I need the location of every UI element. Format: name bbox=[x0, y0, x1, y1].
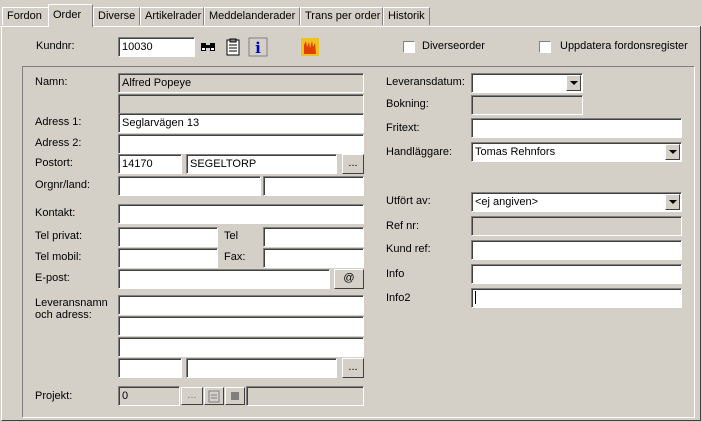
tel-privat-input[interactable] bbox=[118, 227, 218, 247]
namn-label: Namn: bbox=[35, 76, 68, 88]
utfort-value: <ej angiven> bbox=[475, 196, 538, 208]
postnr-input[interactable]: 14170 bbox=[118, 154, 182, 174]
leveransadress1-input[interactable] bbox=[118, 316, 364, 336]
fax-input[interactable] bbox=[263, 248, 364, 268]
flame-icon[interactable] bbox=[300, 37, 320, 57]
info2-label: Info2 bbox=[386, 292, 411, 304]
leveransdatum-dropdown[interactable] bbox=[471, 73, 583, 93]
uppdatera-fordonsregister-label: Uppdatera fordonsregister bbox=[560, 40, 688, 52]
tab-trans-per-order[interactable]: Trans per order bbox=[300, 7, 383, 25]
ort-input[interactable]: SEGELTORP bbox=[186, 154, 337, 174]
projekt-notes-button[interactable] bbox=[204, 387, 224, 405]
chevron-down-icon[interactable] bbox=[665, 194, 680, 210]
postort-label: Postort: bbox=[35, 157, 73, 169]
bokning-label: Bokning: bbox=[386, 98, 429, 110]
diverseorder-label: Diverseorder bbox=[422, 40, 485, 52]
epost-input[interactable] bbox=[118, 269, 330, 289]
adress2-label: Adress 2: bbox=[35, 137, 82, 149]
orgnr-input[interactable] bbox=[118, 176, 261, 196]
projekt-lookup-button[interactable]: ... bbox=[181, 387, 203, 405]
leverans-postort-lookup-button[interactable]: ... bbox=[342, 358, 364, 378]
info2-input[interactable] bbox=[471, 288, 682, 308]
kundref-input[interactable] bbox=[471, 240, 682, 260]
tab-label: Order bbox=[53, 9, 82, 21]
tab-label: Diverse bbox=[98, 10, 136, 22]
send-email-button[interactable]: @ bbox=[334, 269, 364, 289]
land-input[interactable] bbox=[263, 176, 364, 196]
leveransadress-label: och adress: bbox=[35, 309, 92, 321]
tab-diverse[interactable]: Diverse bbox=[93, 7, 140, 25]
tab-label: Fordon bbox=[7, 10, 42, 22]
projekt-clear-button[interactable] bbox=[225, 387, 245, 405]
diverseorder-checkbox[interactable] bbox=[403, 41, 415, 53]
kontakt-input[interactable] bbox=[118, 204, 364, 224]
kundnr-input[interactable]: 10030 bbox=[118, 37, 195, 57]
leverans-ort-input[interactable] bbox=[186, 358, 337, 378]
fritext-label: Fritext: bbox=[386, 122, 420, 134]
chevron-down-icon[interactable] bbox=[566, 75, 581, 91]
refnr-label: Ref nr: bbox=[386, 220, 420, 232]
leveransdatum-label: Leveransdatum: bbox=[386, 76, 465, 88]
tab-artikelrader[interactable]: Artikelrader bbox=[140, 7, 204, 25]
leveransadress2-input[interactable] bbox=[118, 337, 364, 357]
tel-input[interactable] bbox=[263, 227, 364, 247]
tab-label: Artikelrader bbox=[145, 10, 202, 22]
tab-fordon[interactable]: Fordon bbox=[2, 7, 49, 25]
kundref-label: Kund ref: bbox=[386, 243, 431, 255]
bokning-field bbox=[471, 95, 583, 115]
projekt-label: Projekt: bbox=[35, 390, 73, 402]
tab-historik[interactable]: Historik bbox=[383, 7, 430, 25]
info-input[interactable] bbox=[471, 264, 682, 284]
namn2-field bbox=[118, 94, 364, 114]
info-icon[interactable]: i bbox=[248, 37, 268, 57]
adress1-input[interactable]: Seglarvägen 13 bbox=[118, 113, 364, 133]
stop-icon bbox=[231, 392, 239, 400]
handlaggare-value: Tomas Rehnfors bbox=[475, 146, 556, 158]
handlaggare-dropdown[interactable]: Tomas Rehnfors bbox=[471, 142, 682, 162]
svg-text:i: i bbox=[255, 39, 261, 57]
fritext-input[interactable] bbox=[471, 118, 682, 138]
tab-label: Historik bbox=[388, 10, 425, 22]
info-label: Info bbox=[386, 268, 405, 280]
tel-mobil-input[interactable] bbox=[118, 248, 218, 268]
projekt-field: 0 bbox=[118, 386, 180, 406]
utfort-dropdown[interactable]: <ej angiven> bbox=[471, 192, 682, 212]
chevron-down-icon[interactable] bbox=[665, 144, 680, 160]
adress1-label: Adress 1: bbox=[35, 116, 82, 128]
kontakt-label: Kontakt: bbox=[35, 207, 76, 219]
adress2-input[interactable] bbox=[118, 134, 364, 154]
binoculars-icon[interactable] bbox=[198, 37, 218, 57]
tab-label: Meddelanderader bbox=[209, 10, 296, 22]
tab-label: Trans per order bbox=[305, 10, 381, 22]
namn-field: Alfred Popeye bbox=[118, 73, 364, 93]
leveransnamn-input[interactable] bbox=[118, 295, 364, 315]
notepad-icon[interactable] bbox=[223, 37, 243, 57]
notepad-icon bbox=[208, 390, 220, 403]
utfort-label: Utfört av: bbox=[386, 195, 431, 207]
text-cursor bbox=[475, 291, 476, 304]
refnr-field bbox=[471, 216, 682, 236]
tab-order[interactable]: Order bbox=[48, 4, 93, 27]
fax-label: Fax: bbox=[224, 251, 246, 263]
tel-label: Tel bbox=[224, 230, 239, 242]
tab-meddelanderader[interactable]: Meddelanderader bbox=[204, 7, 300, 25]
projekt-name-field bbox=[246, 386, 364, 406]
handlaggare-label: Handläggare: bbox=[386, 146, 453, 158]
tel-privat-label: Tel privat: bbox=[35, 230, 83, 242]
leverans-postnr-input[interactable] bbox=[118, 358, 182, 378]
kundnr-label: Kundnr: bbox=[36, 40, 75, 52]
postort-lookup-button[interactable]: ... bbox=[342, 154, 364, 174]
tel-mobil-label: Tel mobil: bbox=[35, 251, 82, 263]
uppdatera-fordonsregister-checkbox[interactable] bbox=[539, 41, 551, 53]
orgnr-label: Orgnr/land: bbox=[35, 179, 91, 191]
epost-label: E-post: bbox=[35, 272, 70, 284]
